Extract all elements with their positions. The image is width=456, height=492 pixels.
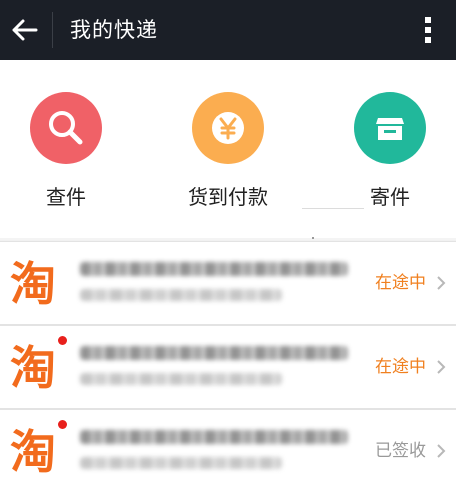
- action-query-circle: [30, 92, 102, 164]
- action-cod[interactable]: 货到付款: [168, 92, 288, 212]
- taobao-logo-text: 淘: [10, 257, 56, 311]
- parcel-list: 淘 在途中 淘 在途中 淘 已签收: [0, 240, 456, 492]
- chevron-right-icon: [436, 410, 446, 492]
- blurred-subtitle: [80, 289, 282, 301]
- search-icon: [49, 111, 83, 145]
- unread-dot: [58, 336, 67, 345]
- taobao-logo: 淘: [10, 340, 66, 396]
- list-item[interactable]: 淘 已签收: [0, 409, 456, 492]
- action-send[interactable]: 寄件: [330, 92, 450, 212]
- list-item[interactable]: 淘 在途中: [0, 325, 456, 409]
- back-button[interactable]: [0, 0, 50, 60]
- action-query-label: 查件: [46, 185, 86, 209]
- yen-coin-icon: [212, 112, 244, 144]
- status-label: 在途中: [375, 357, 426, 377]
- status-label: 在途中: [375, 273, 426, 293]
- action-cod-label: 货到付款: [188, 185, 268, 209]
- status-label: 已签收: [375, 441, 426, 461]
- decorative-dot: [312, 237, 314, 239]
- quick-actions: 查件 货到付款 寄件: [0, 60, 456, 239]
- app-root: 我的快递 查件 货到付款 寄件 淘 在途中 淘 在途中 淘 已签收: [0, 0, 456, 492]
- action-send-circle: [354, 92, 426, 164]
- unread-dot: [58, 420, 67, 429]
- taobao-logo: 淘: [10, 256, 66, 312]
- taobao-logo: 淘: [10, 424, 66, 480]
- blurred-title: [80, 430, 348, 444]
- action-query[interactable]: 查件: [6, 92, 126, 212]
- blurred-subtitle: [80, 457, 282, 469]
- blurred-subtitle: [80, 373, 282, 385]
- header-divider: [52, 12, 53, 48]
- action-send-label: 寄件: [370, 185, 410, 209]
- taobao-logo-text: 淘: [10, 341, 56, 395]
- chevron-right-icon: [436, 242, 446, 324]
- taobao-logo-text: 淘: [10, 425, 56, 479]
- page-title: 我的快递: [70, 18, 158, 42]
- arrow-left-icon: [12, 19, 38, 41]
- blurred-title: [80, 262, 348, 276]
- blurred-title: [80, 346, 348, 360]
- chevron-right-icon: [436, 326, 446, 408]
- more-vertical-icon: [425, 17, 431, 43]
- top-bar: 我的快递: [0, 0, 456, 60]
- action-cod-circle: [192, 92, 264, 164]
- package-box-icon: [376, 118, 404, 140]
- decorative-line: [302, 208, 364, 209]
- list-item[interactable]: 淘 在途中: [0, 241, 456, 325]
- more-options-button[interactable]: [408, 0, 448, 60]
